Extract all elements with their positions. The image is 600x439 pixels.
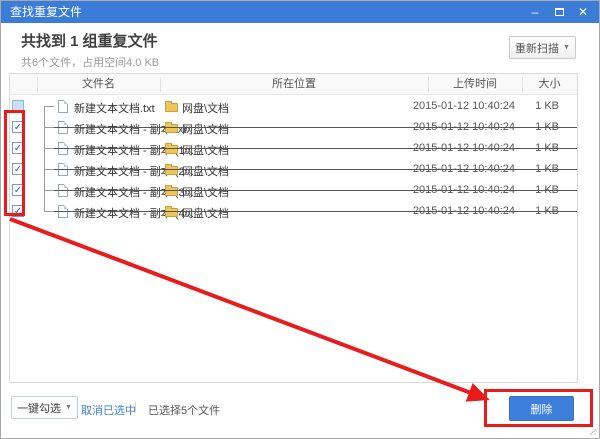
delete-button-label: 删除 <box>531 401 553 417</box>
group-bracket-stub <box>44 106 54 107</box>
rescan-button-label: 重新扫描 <box>515 40 559 56</box>
table-row: 新建文本文档.txt 网盘\文档 2015-01-12 10:40:24 1 K… <box>10 96 577 117</box>
row-checkbox[interactable]: ✓ <box>12 205 24 217</box>
strikethrough-line <box>54 190 577 191</box>
table-row: ✓ 新建文本文档 - 副本 (4... 网盘\文档 2015-01-12 10:… <box>10 201 577 222</box>
window-controls: – ✕ <box>523 1 595 23</box>
chevron-down-icon: ▼ <box>563 44 570 51</box>
table-row: ✓ 新建文本文档 - 副本.txt 网盘\文档 2015-01-12 10:40… <box>10 117 577 138</box>
strikethrough-line <box>54 148 577 149</box>
row-checkbox[interactable] <box>12 100 24 112</box>
table-header: 文件名 所在位置 上传时间 大小 <box>10 74 577 95</box>
group-bracket-stub <box>44 169 54 170</box>
folder-icon <box>165 145 178 154</box>
column-header-location: 所在位置 <box>160 74 428 94</box>
folder-icon <box>165 187 178 196</box>
rescan-button[interactable]: 重新扫描 ▼ <box>509 36 576 59</box>
row-checkbox[interactable]: ✓ <box>12 184 24 196</box>
column-divider <box>428 77 429 92</box>
table-body: 新建文本文档.txt 网盘\文档 2015-01-12 10:40:24 1 K… <box>10 96 577 382</box>
file-location: 网盘\文档 <box>182 100 229 116</box>
file-location: 网盘\文档 <box>182 142 229 158</box>
row-checkbox[interactable]: ✓ <box>12 163 24 175</box>
strikethrough-line <box>54 211 577 212</box>
close-icon[interactable]: ✕ <box>571 1 595 23</box>
folder-icon <box>165 208 178 217</box>
selection-status: 已选择5个文件 <box>148 402 220 418</box>
titlebar: 查找重复文件 – ✕ <box>1 1 599 23</box>
group-bracket-stub <box>44 211 54 212</box>
folder-icon <box>165 103 178 112</box>
one-click-select-button[interactable]: 一键勾选 ▼ <box>11 396 78 419</box>
folder-icon <box>165 166 178 175</box>
row-checkbox[interactable]: ✓ <box>12 142 24 154</box>
file-name: 新建文本文档.txt <box>74 100 155 116</box>
upload-time: 2015-01-12 10:40:24 <box>340 100 515 112</box>
group-bracket-stub <box>44 148 54 149</box>
file-location: 网盘\文档 <box>182 163 229 179</box>
minimize-icon[interactable]: – <box>523 1 547 23</box>
file-location: 网盘\文档 <box>182 205 229 221</box>
page-subtitle: 共6个文件，占用空间4.0 KB <box>21 54 159 70</box>
column-divider <box>522 77 523 92</box>
maximize-icon[interactable] <box>547 1 571 23</box>
file-size: 1 KB <box>515 100 559 112</box>
column-divider <box>37 77 38 92</box>
delete-button[interactable]: 删除 <box>509 396 574 421</box>
column-header-filename: 文件名 <box>37 74 160 94</box>
table-row: ✓ 新建文本文档 - 副本 (2... 网盘\文档 2015-01-12 10:… <box>10 159 577 180</box>
table-row: ✓ 新建文本文档 - 副本 (1... 网盘\文档 2015-01-12 10:… <box>10 138 577 159</box>
group-bracket-stub <box>44 190 54 191</box>
maximize-glyph <box>555 8 564 16</box>
resize-grip[interactable] <box>587 426 596 435</box>
strikethrough-line <box>54 127 577 128</box>
footer-divider: | <box>134 401 137 413</box>
page-title: 共找到 1 组重复文件 <box>21 30 158 51</box>
duplicate-files-table: 文件名 所在位置 上传时间 大小 新建文本文档.txt 网盘\文档 2015-0… <box>9 73 578 383</box>
folder-icon <box>165 124 178 133</box>
one-click-select-label: 一键勾选 <box>17 400 61 416</box>
strikethrough-line <box>54 169 577 170</box>
chevron-down-icon: ▼ <box>65 404 72 411</box>
row-checkbox[interactable]: ✓ <box>12 121 24 133</box>
find-duplicate-files-window: 查找重复文件 – ✕ 共找到 1 组重复文件 共6个文件，占用空间4.0 KB … <box>0 0 600 439</box>
cancel-selected-link[interactable]: 取消已选中 <box>81 402 136 418</box>
column-header-uploadtime: 上传时间 <box>428 74 522 94</box>
window-title: 查找重复文件 <box>10 1 82 23</box>
file-location: 网盘\文档 <box>182 121 229 137</box>
file-icon <box>58 100 68 113</box>
column-header-size: 大小 <box>522 74 577 94</box>
file-location: 网盘\文档 <box>182 184 229 200</box>
group-bracket-stub <box>44 127 54 128</box>
column-divider <box>160 77 161 92</box>
table-row: ✓ 新建文本文档 - 副本 (3... 网盘\文档 2015-01-12 10:… <box>10 180 577 201</box>
